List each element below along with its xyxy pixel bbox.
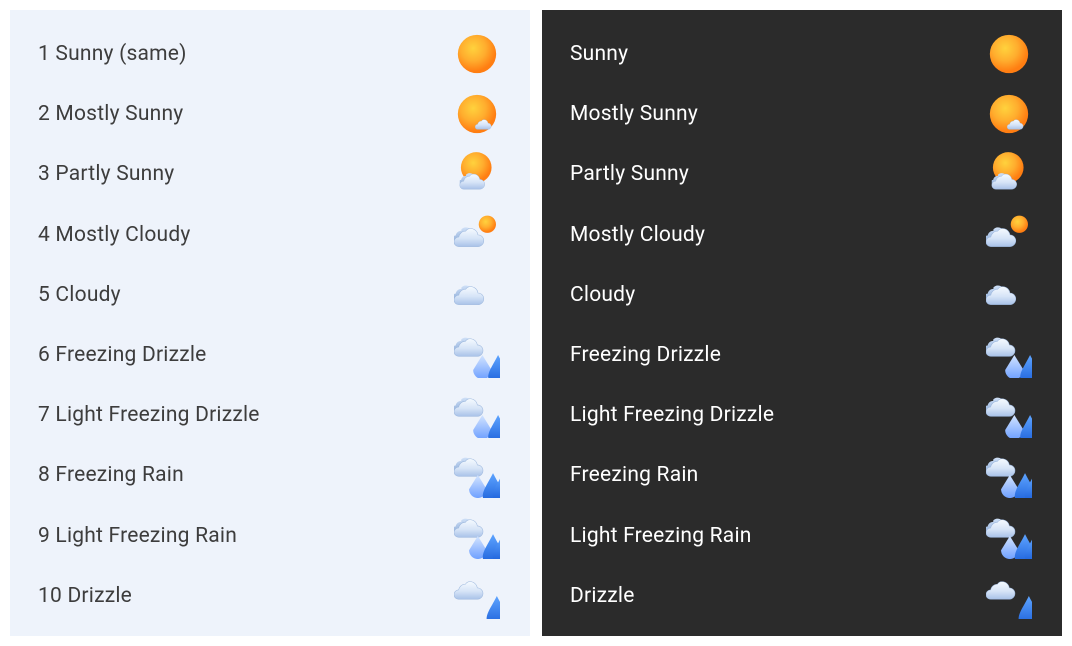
- freezing-rain-icon: [452, 511, 502, 561]
- list-item: 10 Drizzle: [38, 568, 502, 624]
- list-item: Light Freezing Drizzle: [570, 387, 1034, 443]
- list-item: 2 Mostly Sunny: [38, 86, 502, 142]
- weather-label: 4 Mostly Cloudy: [38, 223, 191, 247]
- list-item: 5 Cloudy: [38, 267, 502, 323]
- weather-label: Light Freezing Rain: [570, 524, 752, 548]
- weather-label: 10 Drizzle: [38, 584, 132, 608]
- partly-sunny-icon: [984, 149, 1034, 199]
- weather-label: 7 Light Freezing Drizzle: [38, 403, 260, 427]
- weather-label: Cloudy: [570, 283, 635, 307]
- list-item: Drizzle: [570, 568, 1034, 624]
- freezing-rain-icon: [984, 511, 1034, 561]
- cloudy-icon: [452, 270, 502, 320]
- mostly-cloudy-icon: [984, 210, 1034, 260]
- panel-dark-theme: Sunny Mostly Sunny Partly Sunny Mostly C…: [542, 10, 1062, 636]
- list-item: Partly Sunny: [570, 146, 1034, 202]
- list-item: Mostly Sunny: [570, 86, 1034, 142]
- freezing-rain-icon: [984, 450, 1034, 500]
- partly-sunny-icon: [452, 149, 502, 199]
- freezing-rain-icon: [452, 450, 502, 500]
- weather-label: Freezing Drizzle: [570, 343, 721, 367]
- list-item: 1 Sunny (same): [38, 26, 502, 82]
- list-item: Cloudy: [570, 267, 1034, 323]
- weather-icons-comparison: 1 Sunny (same) 2 Mostly Sunny 3 Partly S…: [0, 0, 1072, 646]
- weather-label: Freezing Rain: [570, 463, 698, 487]
- weather-label: Partly Sunny: [570, 162, 689, 186]
- freezing-drizzle-icon: [984, 390, 1034, 440]
- weather-label: Sunny: [570, 42, 628, 66]
- weather-label: Mostly Sunny: [570, 102, 698, 126]
- weather-label: Drizzle: [570, 584, 635, 608]
- freezing-drizzle-icon: [984, 330, 1034, 380]
- panel-light-theme: 1 Sunny (same) 2 Mostly Sunny 3 Partly S…: [10, 10, 530, 636]
- list-item: 3 Partly Sunny: [38, 146, 502, 202]
- list-item: Light Freezing Rain: [570, 508, 1034, 564]
- weather-label: 1 Sunny (same): [38, 42, 187, 66]
- list-item: 6 Freezing Drizzle: [38, 327, 502, 383]
- drizzle-icon: [452, 571, 502, 621]
- sunny-icon: [984, 29, 1034, 79]
- weather-label: 5 Cloudy: [38, 283, 121, 307]
- weather-label: 2 Mostly Sunny: [38, 102, 183, 126]
- sunny-icon: [452, 29, 502, 79]
- mostly-sunny-icon: [984, 89, 1034, 139]
- weather-label: 8 Freezing Rain: [38, 463, 184, 487]
- weather-label: 9 Light Freezing Rain: [38, 524, 237, 548]
- list-item: 4 Mostly Cloudy: [38, 207, 502, 263]
- mostly-sunny-icon: [452, 89, 502, 139]
- weather-label: Mostly Cloudy: [570, 223, 705, 247]
- weather-label: 6 Freezing Drizzle: [38, 343, 207, 367]
- list-item: Sunny: [570, 26, 1034, 82]
- list-item: 8 Freezing Rain: [38, 447, 502, 503]
- freezing-drizzle-icon: [452, 390, 502, 440]
- cloudy-icon: [984, 270, 1034, 320]
- freezing-drizzle-icon: [452, 330, 502, 380]
- list-item: Freezing Drizzle: [570, 327, 1034, 383]
- list-item: Freezing Rain: [570, 447, 1034, 503]
- list-item: 9 Light Freezing Rain: [38, 508, 502, 564]
- list-item: Mostly Cloudy: [570, 207, 1034, 263]
- weather-label: 3 Partly Sunny: [38, 162, 174, 186]
- drizzle-icon: [984, 571, 1034, 621]
- weather-label: Light Freezing Drizzle: [570, 403, 774, 427]
- list-item: 7 Light Freezing Drizzle: [38, 387, 502, 443]
- mostly-cloudy-icon: [452, 210, 502, 260]
